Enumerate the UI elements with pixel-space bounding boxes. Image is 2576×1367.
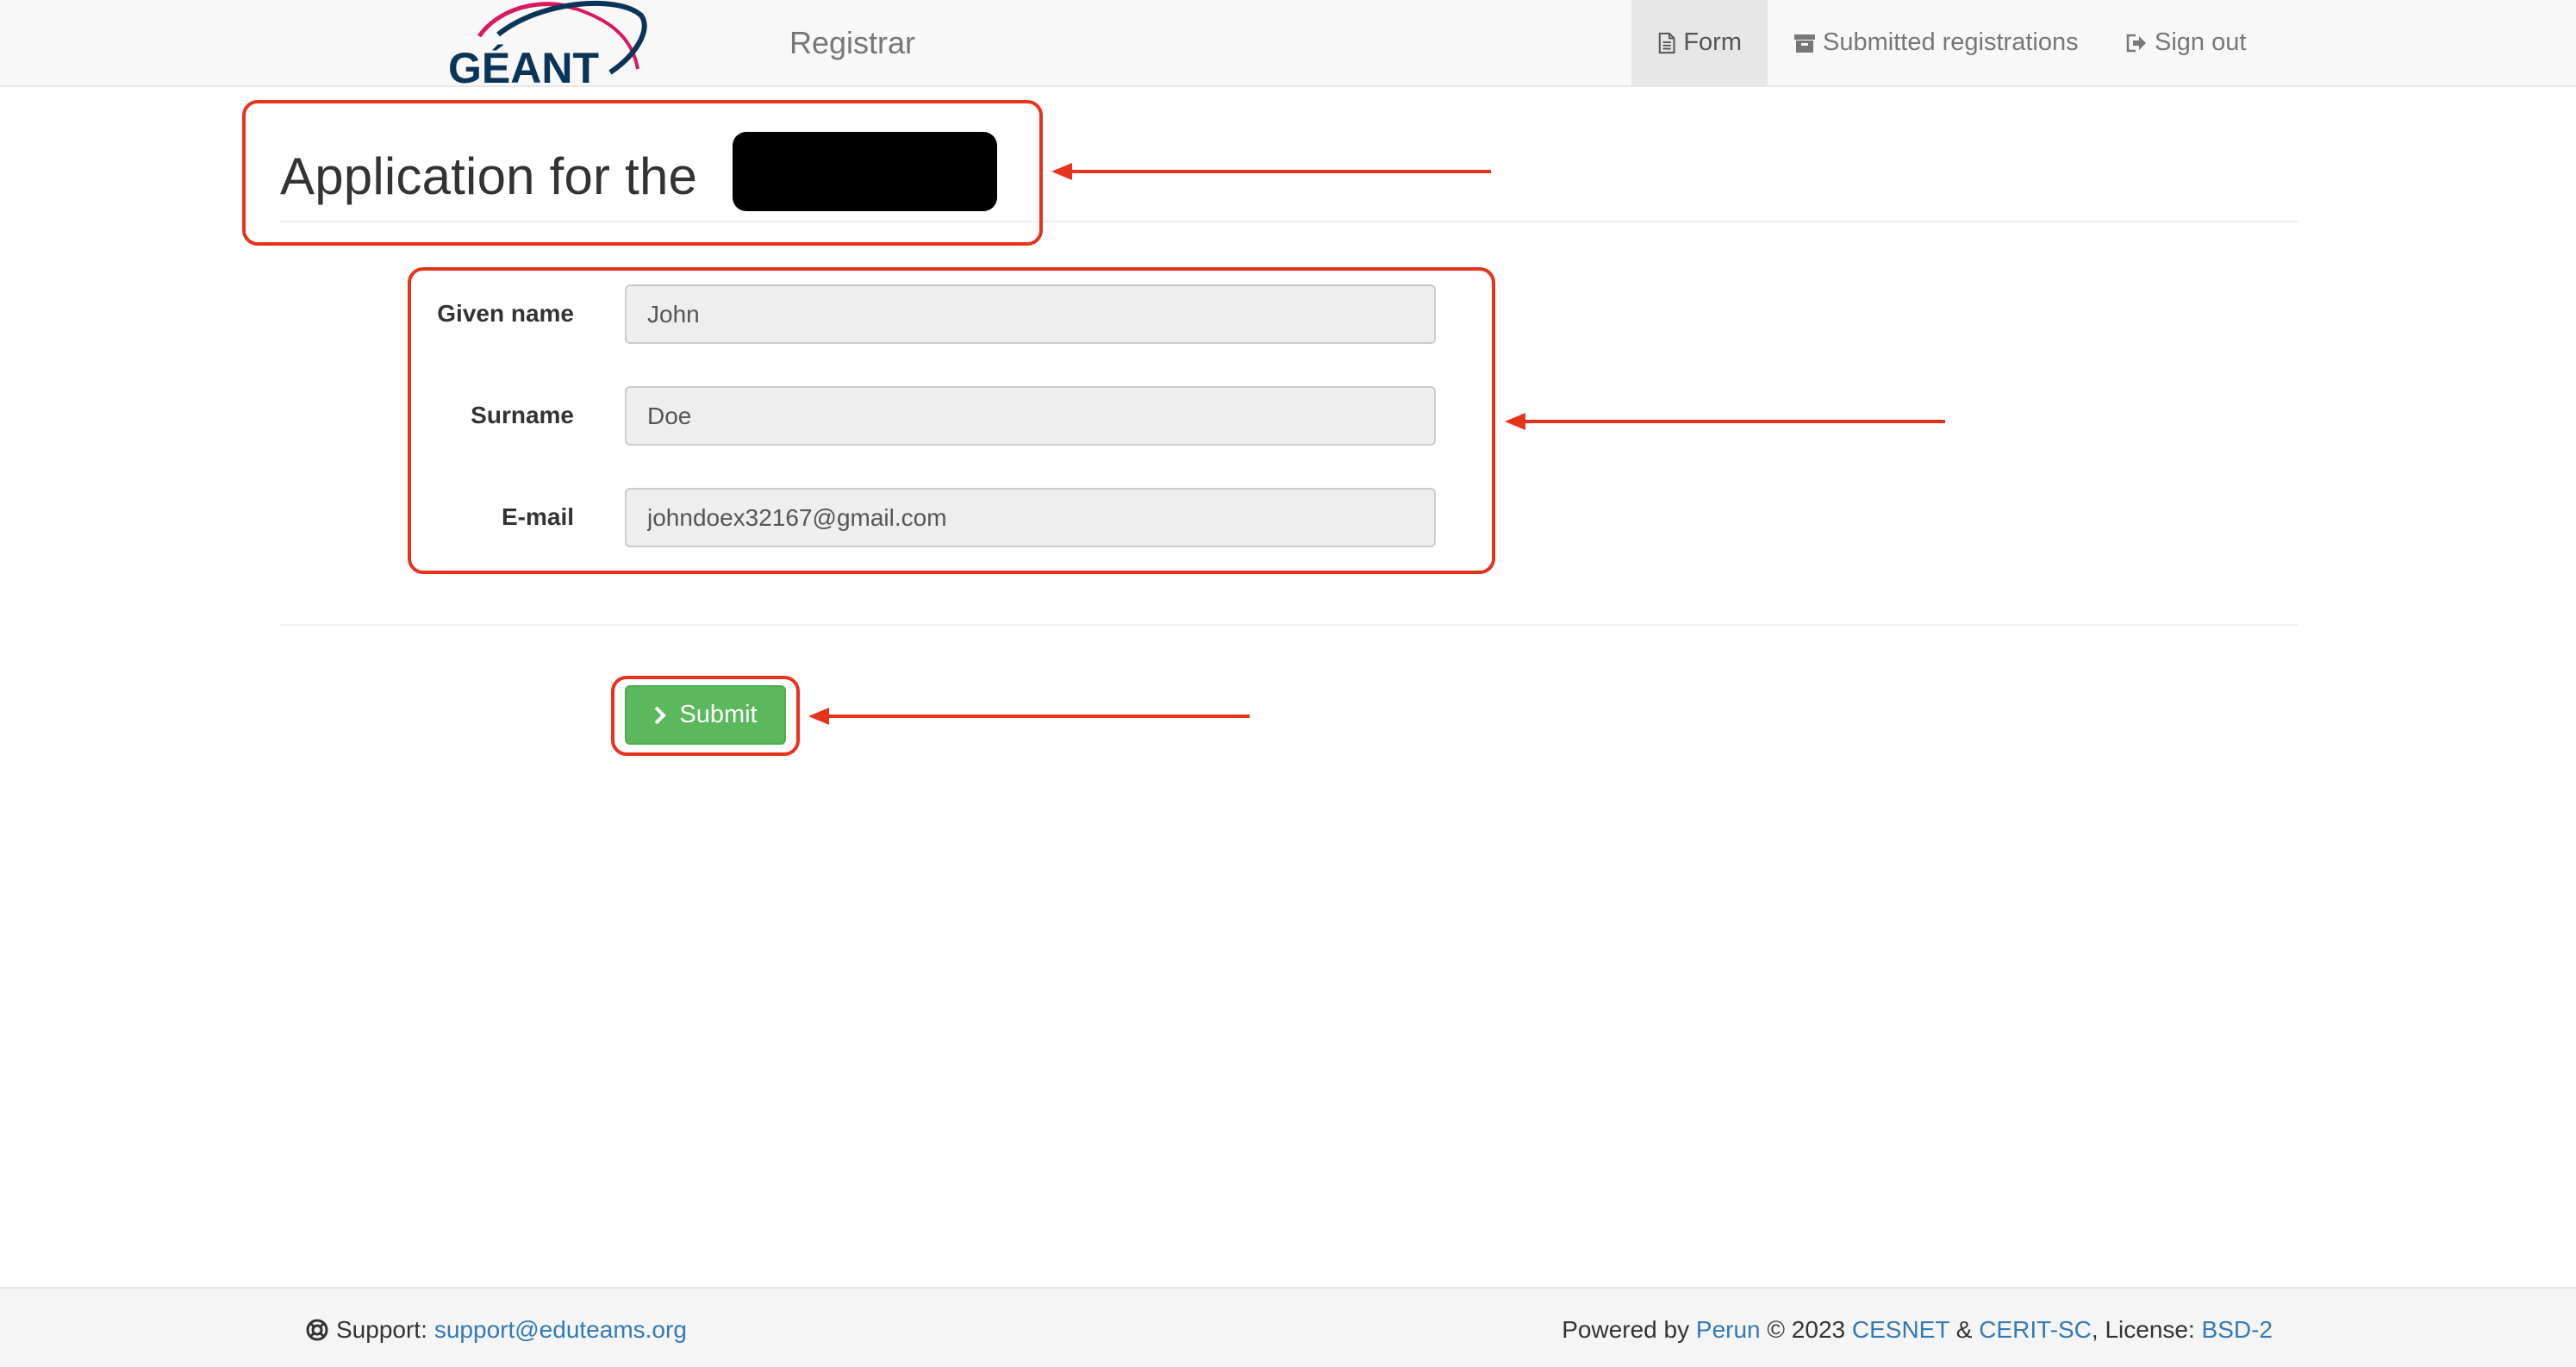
nav-form-tab[interactable]: Form [1631,0,1768,85]
support-label: Support: [336,1316,427,1343]
cerit-sc-link[interactable]: CERIT-SC [1979,1316,2092,1343]
nav-sign-out-label: Sign out [2155,28,2247,56]
powered-by-text: Powered by [1562,1316,1690,1343]
ampersand-text: & [1955,1316,1973,1343]
document-icon [1658,32,1675,53]
lifebuoy-icon [306,1319,328,1341]
submit-highlight-box [611,676,800,756]
nav-form-label: Form [1683,28,1742,56]
submit-arrow [808,708,1250,725]
page: GÉANT Registrar Form Submitted registrat… [0,0,2576,1367]
cesnet-link[interactable]: CESNET [1852,1316,1949,1343]
sign-out-icon [2126,34,2146,52]
license-label: , License: [2091,1316,2195,1343]
title-arrow [1051,163,1491,180]
form-arrow [1505,413,1945,430]
support-info: Support: support@eduteams.org [305,1316,687,1344]
nav-sign-out-link[interactable]: Sign out [2099,0,2272,85]
license-link[interactable]: BSD-2 [2202,1316,2273,1343]
archive-icon [1794,34,1815,53]
copyright-text: © 2023 [1767,1316,1846,1343]
form-highlight-box [408,267,1495,574]
form-divider [280,624,2298,626]
top-navbar: GÉANT Registrar Form Submitted registrat… [0,0,2576,87]
page-footer: Support: support@eduteams.org Powered by… [0,1287,2576,1367]
perun-link[interactable]: Perun [1696,1316,1761,1343]
title-highlight-box [242,100,1043,246]
geant-logo[interactable]: GÉANT [446,0,650,87]
support-email-link[interactable]: support@eduteams.org [434,1316,687,1344]
svg-text:GÉANT: GÉANT [448,44,599,87]
nav-submitted-registrations-tab[interactable]: Submitted registrations [1768,0,2105,85]
nav-submitted-label: Submitted registrations [1823,28,2079,56]
powered-by-info: Powered by Perun © 2023 CESNET & CERIT-S… [1562,1316,2273,1344]
app-title[interactable]: Registrar [789,25,915,61]
